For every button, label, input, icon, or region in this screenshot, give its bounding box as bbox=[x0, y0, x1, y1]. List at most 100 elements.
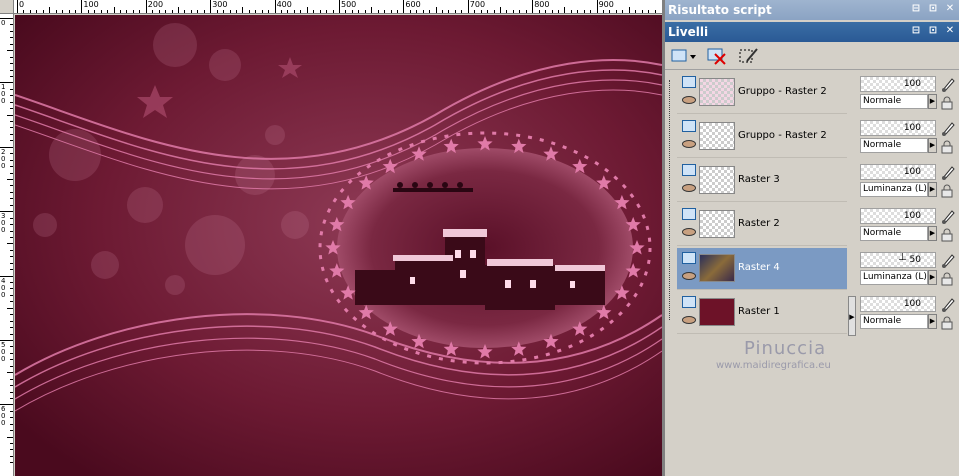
visibility-eye-icon[interactable] bbox=[682, 316, 696, 324]
layer-row[interactable]: Gruppo - Raster 2 bbox=[677, 72, 847, 114]
ruler-minor-tick bbox=[139, 10, 141, 13]
ruler-minor-tick bbox=[10, 359, 13, 361]
ruler-minor-tick bbox=[10, 185, 13, 187]
lock-icon[interactable] bbox=[940, 184, 954, 198]
layer-name: Raster 1 bbox=[738, 306, 780, 317]
blend-mode-arrow-icon[interactable]: ▶ bbox=[928, 226, 937, 241]
layer-row[interactable]: Raster 2 bbox=[677, 204, 847, 246]
layer-properties-row: 100 Luminanza (L) ▶ bbox=[858, 160, 959, 202]
ruler-label: 300 bbox=[1, 212, 6, 235]
visibility-eye-icon[interactable] bbox=[682, 228, 696, 236]
restore-icon[interactable]: ⊡ bbox=[927, 25, 939, 37]
ruler-minor-tick bbox=[268, 10, 270, 13]
edit-selection-button[interactable] bbox=[737, 45, 761, 67]
opacity-slider[interactable]: 100 bbox=[860, 76, 936, 92]
edit-brush-icon[interactable] bbox=[940, 76, 956, 92]
opacity-slider[interactable]: 100 bbox=[860, 164, 936, 180]
pin-icon[interactable]: ⊟ bbox=[910, 3, 922, 15]
blend-mode-arrow-icon[interactable]: ▶ bbox=[928, 270, 937, 285]
ruler-label: 400 bbox=[1, 276, 6, 299]
ruler-minor-tick bbox=[235, 10, 237, 13]
close-icon[interactable]: ✕ bbox=[944, 3, 956, 15]
lock-icon[interactable] bbox=[940, 140, 954, 154]
ruler-minor-tick bbox=[7, 372, 13, 374]
script-output-titlebar[interactable]: Risultato script ⊟ ⊡ ✕ bbox=[665, 0, 959, 20]
ruler-minor-tick bbox=[190, 10, 192, 13]
layers-toolbar bbox=[665, 42, 959, 70]
ruler-label: 300 bbox=[212, 0, 228, 9]
opacity-slider[interactable]: 100 bbox=[860, 296, 936, 312]
visibility-eye-icon[interactable] bbox=[682, 272, 696, 280]
layer-name: Raster 3 bbox=[738, 174, 780, 185]
ruler-minor-tick bbox=[126, 10, 128, 13]
blend-mode-arrow-icon[interactable]: ▶ bbox=[928, 138, 937, 153]
edit-brush-icon[interactable] bbox=[940, 120, 956, 136]
pin-icon[interactable]: ⊟ bbox=[910, 25, 922, 37]
edit-brush-icon[interactable] bbox=[940, 164, 956, 180]
layers-titlebar[interactable]: Livelli ⊟ ⊡ ✕ bbox=[665, 22, 959, 42]
ruler-minor-tick bbox=[371, 7, 373, 13]
edit-brush-icon[interactable] bbox=[940, 208, 956, 224]
ruler-minor-tick bbox=[10, 417, 13, 419]
layer-row[interactable]: Raster 3 bbox=[677, 160, 847, 202]
ruler-minor-tick bbox=[480, 10, 482, 13]
ruler-minor-tick bbox=[622, 10, 624, 13]
new-layer-icon bbox=[671, 49, 696, 62]
ruler-minor-tick bbox=[603, 10, 605, 13]
blend-mode-arrow-icon[interactable]: ▶ bbox=[928, 182, 937, 197]
blend-mode-select[interactable]: Normale bbox=[860, 138, 928, 153]
blend-mode-select[interactable]: Normale bbox=[860, 314, 928, 329]
blend-mode-select[interactable]: Normale bbox=[860, 94, 928, 109]
visibility-eye-icon[interactable] bbox=[682, 140, 696, 148]
ruler-minor-tick bbox=[7, 307, 13, 309]
ruler-minor-tick bbox=[23, 10, 25, 13]
ruler-minor-tick bbox=[10, 159, 13, 161]
ruler-minor-tick bbox=[10, 140, 13, 142]
layer-type-icon bbox=[682, 120, 696, 132]
ruler-minor-tick bbox=[500, 7, 501, 13]
visibility-eye-icon[interactable] bbox=[682, 96, 696, 104]
lock-icon[interactable] bbox=[940, 96, 954, 110]
blend-mode-select[interactable]: Normale bbox=[860, 226, 928, 241]
ruler-minor-tick bbox=[165, 10, 167, 13]
edit-brush-icon[interactable] bbox=[940, 296, 956, 312]
new-layer-dropdown-button[interactable] bbox=[669, 45, 699, 67]
canvas-artwork bbox=[15, 15, 662, 476]
layer-properties-row: 50 ⊥ Luminanza (L) ▶ bbox=[858, 248, 959, 290]
layer-name: Gruppo - Raster 2 bbox=[738, 86, 827, 97]
ruler-minor-tick bbox=[120, 10, 122, 13]
close-icon[interactable]: ✕ bbox=[944, 25, 956, 37]
layer-type-icon bbox=[682, 76, 696, 88]
blend-mode-arrow-icon[interactable]: ▶ bbox=[928, 314, 937, 329]
opacity-slider-thumb-icon[interactable]: ⊥ bbox=[898, 252, 907, 264]
ruler-label: 500 bbox=[1, 341, 6, 363]
blend-mode-arrow-icon[interactable]: ▶ bbox=[928, 94, 937, 109]
ruler-label: 600 bbox=[1, 405, 6, 428]
visibility-eye-icon[interactable] bbox=[682, 184, 696, 192]
ruler-minor-tick bbox=[10, 249, 13, 251]
watermark-url: www.maidiregrafica.eu bbox=[716, 360, 831, 371]
lock-icon[interactable] bbox=[940, 272, 954, 286]
edit-brush-icon[interactable] bbox=[940, 252, 956, 268]
ruler-tick bbox=[210, 0, 212, 13]
panel-expand-button[interactable]: ▶ bbox=[848, 296, 856, 336]
blend-mode-select[interactable]: Luminanza (L) bbox=[860, 270, 928, 285]
opacity-slider[interactable]: 100 bbox=[860, 120, 936, 136]
layer-row[interactable]: Raster 1 bbox=[677, 292, 847, 334]
opacity-slider[interactable]: 100 bbox=[860, 208, 936, 224]
ruler-label: 700 bbox=[469, 0, 486, 9]
layer-row[interactable]: Raster 4 bbox=[677, 248, 847, 290]
blend-mode-select[interactable]: Luminanza (L) bbox=[860, 182, 928, 197]
lock-icon[interactable] bbox=[940, 228, 954, 242]
layer-name: Raster 4 bbox=[738, 262, 780, 273]
ruler-minor-tick bbox=[545, 10, 547, 13]
ruler-tick bbox=[596, 0, 598, 13]
restore-icon[interactable]: ⊡ bbox=[927, 3, 939, 15]
ruler-minor-tick bbox=[158, 10, 160, 13]
delete-layer-button[interactable] bbox=[705, 45, 729, 67]
lock-icon[interactable] bbox=[940, 316, 954, 330]
ruler-minor-tick bbox=[538, 10, 540, 13]
layer-row[interactable]: Gruppo - Raster 2 bbox=[677, 116, 847, 158]
image-canvas[interactable] bbox=[15, 15, 662, 476]
ruler-minor-tick bbox=[7, 179, 13, 180]
